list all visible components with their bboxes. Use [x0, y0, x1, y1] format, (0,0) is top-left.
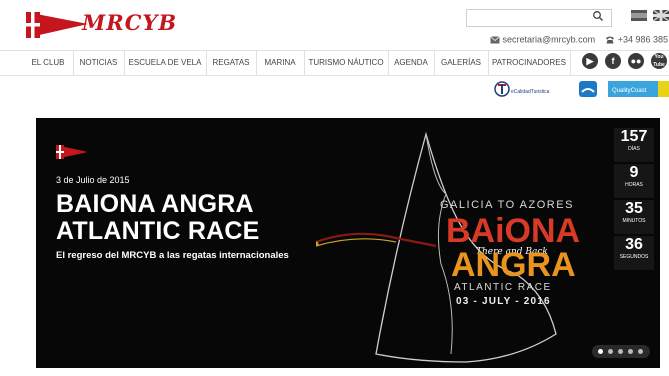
spanish-flag-icon[interactable] — [631, 10, 647, 21]
youtube-tv-icon[interactable]: You Tube — [651, 53, 667, 69]
artwork-angra-text: ANGRA — [451, 246, 576, 284]
club-logo-text[interactable]: MRCYB — [82, 10, 177, 35]
facebook-icon[interactable]: f — [605, 53, 621, 69]
phone-icon — [606, 36, 615, 44]
calidad-badge-text: eCalidadTuristica — [511, 89, 550, 95]
nav-item-marina[interactable]: MARINA — [256, 51, 305, 75]
contact-phone[interactable]: +34 986 385 00 — [618, 35, 669, 45]
hero-title: BAIONA ANGRA ATLANTIC RACE — [56, 191, 260, 245]
slider-dot[interactable] — [618, 349, 623, 354]
hero-flag-icon — [56, 145, 88, 159]
countdown-hours-value: 9 — [629, 164, 639, 181]
main-navigation: EL CLUB NOTICIAS ESCUELA DE VELA REGATAS… — [0, 50, 669, 76]
artwork-date-text: 03 - JULY - 2016 — [456, 296, 551, 307]
english-flag-icon[interactable] — [653, 10, 669, 21]
blue-flag-badge[interactable] — [578, 80, 598, 98]
nav-item-patrocinadores[interactable]: PATROCINADORES — [488, 51, 571, 75]
nav-item-escuela-de-vela[interactable]: ESCUELA DE VELA — [124, 51, 207, 75]
artwork-top-text: GALICIA TO AZORES — [440, 199, 574, 211]
countdown-seconds: 36 SEGUNDOS — [614, 236, 654, 270]
search-input[interactable] — [466, 9, 612, 27]
calidad-turistica-badge[interactable]: eCalidadTuristica — [494, 80, 566, 98]
race-artwork: GALICIA TO AZORES BAiONA There and Back … — [316, 131, 580, 363]
countdown-minutes-label: MINUTOS — [622, 218, 646, 224]
contact-bar: secretaria@mrcyb.com +34 986 385 00 — [490, 34, 669, 45]
nav-item-el-club[interactable]: EL CLUB — [23, 51, 74, 75]
slider-pagination — [592, 345, 650, 358]
youtube-icon[interactable]: ▶ — [582, 53, 598, 69]
nav-item-noticias[interactable]: NOTICIAS — [73, 51, 125, 75]
hero-title-line2: ATLANTIC RACE — [56, 217, 260, 245]
nav-item-turismo-nautico[interactable]: TURISMO NÁUTICO — [304, 51, 389, 75]
countdown-minutes-value: 35 — [625, 200, 643, 217]
contact-email[interactable]: secretaria@mrcyb.com — [503, 35, 596, 45]
countdown-minutes: 35 MINUTOS — [614, 200, 654, 234]
hero-slider[interactable]: 3 de Julio de 2015 BAIONA ANGRA ATLANTIC… — [36, 118, 660, 368]
qualitycoast-badge-text: QualityCoast — [612, 88, 647, 94]
hero-subtitle: El regreso del MRCYB a las regatas inter… — [56, 250, 289, 261]
artwork-race-text: ATLANTIC RACE — [454, 282, 552, 293]
qualitycoast-badge[interactable]: QualityCoast — [608, 80, 669, 98]
nav-item-regatas[interactable]: REGATAS — [206, 51, 257, 75]
countdown-seconds-value: 36 — [625, 236, 643, 253]
countdown-hours: 9 HORAS — [614, 164, 654, 198]
countdown-hours-label: HORAS — [625, 182, 643, 188]
countdown-days-value: 157 — [620, 128, 648, 145]
slider-dot[interactable] — [628, 349, 633, 354]
flickr-icon[interactable]: ●● — [628, 53, 644, 69]
club-flag-logo[interactable] — [26, 10, 88, 40]
nav-item-galerias[interactable]: GALERÍAS — [434, 51, 489, 75]
countdown-days-label: DÍAS — [628, 146, 640, 152]
envelope-icon — [490, 35, 500, 44]
slider-dot[interactable] — [598, 349, 603, 354]
hero-date: 3 de Julio de 2015 — [56, 175, 130, 185]
search-icon[interactable] — [592, 9, 604, 23]
slider-dot[interactable] — [608, 349, 613, 354]
hero-title-line1: BAIONA ANGRA — [56, 190, 254, 218]
slider-dot[interactable] — [638, 349, 643, 354]
countdown-seconds-label: SEGUNDOS — [619, 254, 649, 260]
artwork-baiona-text: BAiONA — [446, 212, 580, 250]
nav-item-agenda[interactable]: AGENDA — [388, 51, 435, 75]
countdown-days: 157 DÍAS — [614, 128, 654, 162]
